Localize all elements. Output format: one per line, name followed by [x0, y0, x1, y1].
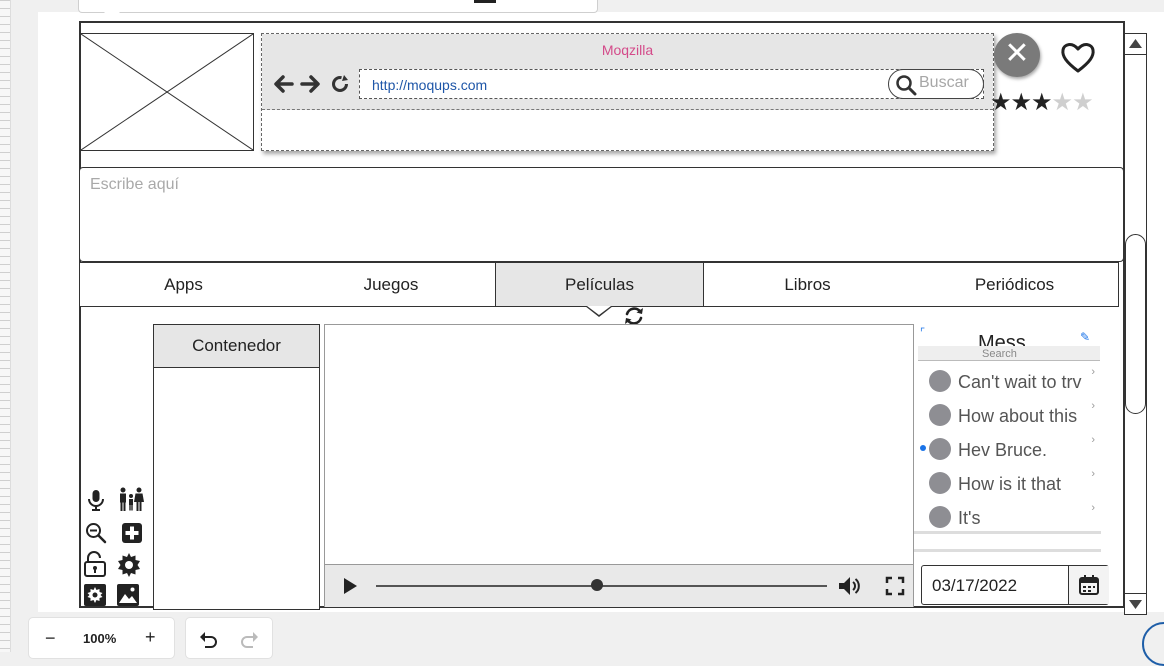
- message-preview: How about this: [958, 406, 1078, 426]
- message-item[interactable]: Can't wait to trv ›: [914, 364, 1101, 398]
- vertical-ruler: [0, 0, 11, 652]
- message-list: Mess ⌜ ✎ Search Can't wait to trv › How …: [914, 324, 1101, 568]
- tab-juegos[interactable]: Juegos: [287, 263, 495, 306]
- zoom-in-button[interactable]: +: [145, 627, 156, 648]
- chevron-right-icon: ›: [1091, 400, 1095, 412]
- star-icon[interactable]: ★: [1031, 89, 1052, 116]
- message-preview: How is it that: [958, 474, 1062, 494]
- zoom-level: 100%: [83, 631, 117, 646]
- avatar: [929, 506, 951, 528]
- message-preview: Can't wait to trv: [958, 372, 1082, 392]
- undo-icon[interactable]: [198, 629, 218, 649]
- chevron-right-icon: ›: [1091, 434, 1095, 446]
- url-bar[interactable]: http://moqups.com Buscar: [359, 69, 984, 99]
- scroll-thumb[interactable]: [1125, 234, 1146, 414]
- back-icon[interactable]: [272, 74, 294, 94]
- message-item[interactable]: How about this ›: [914, 398, 1101, 432]
- volume-icon[interactable]: [837, 574, 861, 598]
- star-icon[interactable]: ★: [1072, 89, 1093, 116]
- gear-icon[interactable]: [116, 552, 142, 578]
- message-search-placeholder: Search: [982, 348, 1017, 360]
- divider: [914, 531, 1101, 534]
- browser-window: Moqzilla http://moqups.com Buscar: [261, 33, 994, 151]
- message-item[interactable]: How is it that ›: [914, 466, 1101, 500]
- tab-libros[interactable]: Libros: [704, 263, 911, 306]
- image-icon[interactable]: [116, 583, 140, 607]
- tab-peliculas[interactable]: Películas: [495, 263, 704, 306]
- history-control: [185, 617, 273, 659]
- forward-icon[interactable]: [300, 74, 322, 94]
- close-icon[interactable]: ✕: [994, 33, 1040, 77]
- zoom-control: − 100% +: [28, 617, 175, 659]
- tab-pointer: [587, 306, 611, 315]
- star-icon[interactable]: ★: [990, 89, 1011, 116]
- avatar: [929, 404, 951, 426]
- image-placeholder: [80, 33, 254, 151]
- avatar: [929, 472, 951, 494]
- redo-icon[interactable]: [240, 629, 260, 649]
- magnifier-icon: [896, 75, 917, 96]
- scroll-down-button[interactable]: [1125, 593, 1146, 614]
- message-item[interactable]: Hev Bruce. ›: [914, 432, 1101, 466]
- divider: [914, 549, 1101, 552]
- tab-bar: Apps Juegos Películas Libros Periódicos: [79, 262, 1119, 307]
- message-preview: It's: [958, 508, 981, 528]
- reload-icon[interactable]: [330, 74, 350, 94]
- browser-header: Moqzilla http://moqups.com Buscar: [262, 34, 993, 110]
- date-picker[interactable]: 03/17/2022: [921, 565, 1109, 605]
- video-progress-knob[interactable]: [590, 579, 603, 591]
- chevron-right-icon: ›: [1091, 502, 1095, 514]
- container-title: Contenedor: [154, 325, 319, 368]
- message-item[interactable]: It's ›: [914, 500, 1101, 534]
- compose-icon[interactable]: ✎: [1080, 330, 1090, 344]
- plus-square-icon[interactable]: [121, 522, 143, 544]
- play-icon[interactable]: [341, 577, 359, 595]
- zoom-out-icon[interactable]: [85, 522, 107, 544]
- top-popover: [78, 0, 598, 13]
- unlock-icon[interactable]: [84, 551, 106, 577]
- fullscreen-icon[interactable]: [885, 576, 905, 596]
- vertical-scrollbar[interactable]: [1124, 33, 1147, 615]
- heart-icon[interactable]: [1060, 40, 1096, 74]
- text-area[interactable]: Escribe aquí: [79, 167, 1124, 262]
- container-panel: Contenedor: [153, 324, 320, 610]
- star-icon[interactable]: ★: [1011, 89, 1032, 116]
- back-arrow-icon[interactable]: ⌜: [920, 326, 925, 339]
- star-icon[interactable]: ★: [1052, 89, 1073, 116]
- tab-periodicos[interactable]: Periódicos: [911, 263, 1118, 306]
- video-controls: [325, 564, 913, 607]
- message-preview: Hev Bruce.: [958, 440, 1048, 460]
- chevron-right-icon: ›: [1091, 366, 1095, 378]
- message-search[interactable]: Search: [918, 346, 1100, 361]
- chevron-right-icon: ›: [1091, 468, 1095, 480]
- url-text: http://moqups.com: [372, 77, 488, 93]
- calendar-button[interactable]: [1068, 566, 1109, 604]
- star-rating[interactable]: ★★★★★: [990, 88, 1094, 117]
- date-value: 03/17/2022: [932, 576, 1018, 595]
- avatar: [929, 438, 951, 460]
- popover-notch: [104, 12, 120, 20]
- minimize-handle[interactable]: [474, 0, 496, 3]
- browser-search-box[interactable]: Buscar: [888, 69, 984, 99]
- zoom-out-button[interactable]: −: [45, 628, 56, 649]
- settings-square-icon[interactable]: [83, 583, 107, 607]
- scroll-up-button[interactable]: [1125, 34, 1146, 55]
- triangle-down-icon: [1129, 600, 1142, 609]
- tab-apps[interactable]: Apps: [80, 263, 287, 306]
- avatar: [929, 370, 951, 392]
- text-area-placeholder: Escribe aquí: [90, 176, 179, 193]
- help-button[interactable]: [1142, 622, 1164, 666]
- browser-title: Moqzilla: [601, 42, 654, 58]
- family-icon[interactable]: [117, 487, 145, 513]
- microphone-icon[interactable]: [85, 489, 107, 511]
- calendar-icon: [1079, 575, 1099, 595]
- browser-search-placeholder: Buscar: [919, 74, 969, 91]
- video-player[interactable]: [324, 324, 914, 607]
- triangle-up-icon: [1129, 39, 1142, 48]
- unread-dot: [920, 445, 926, 451]
